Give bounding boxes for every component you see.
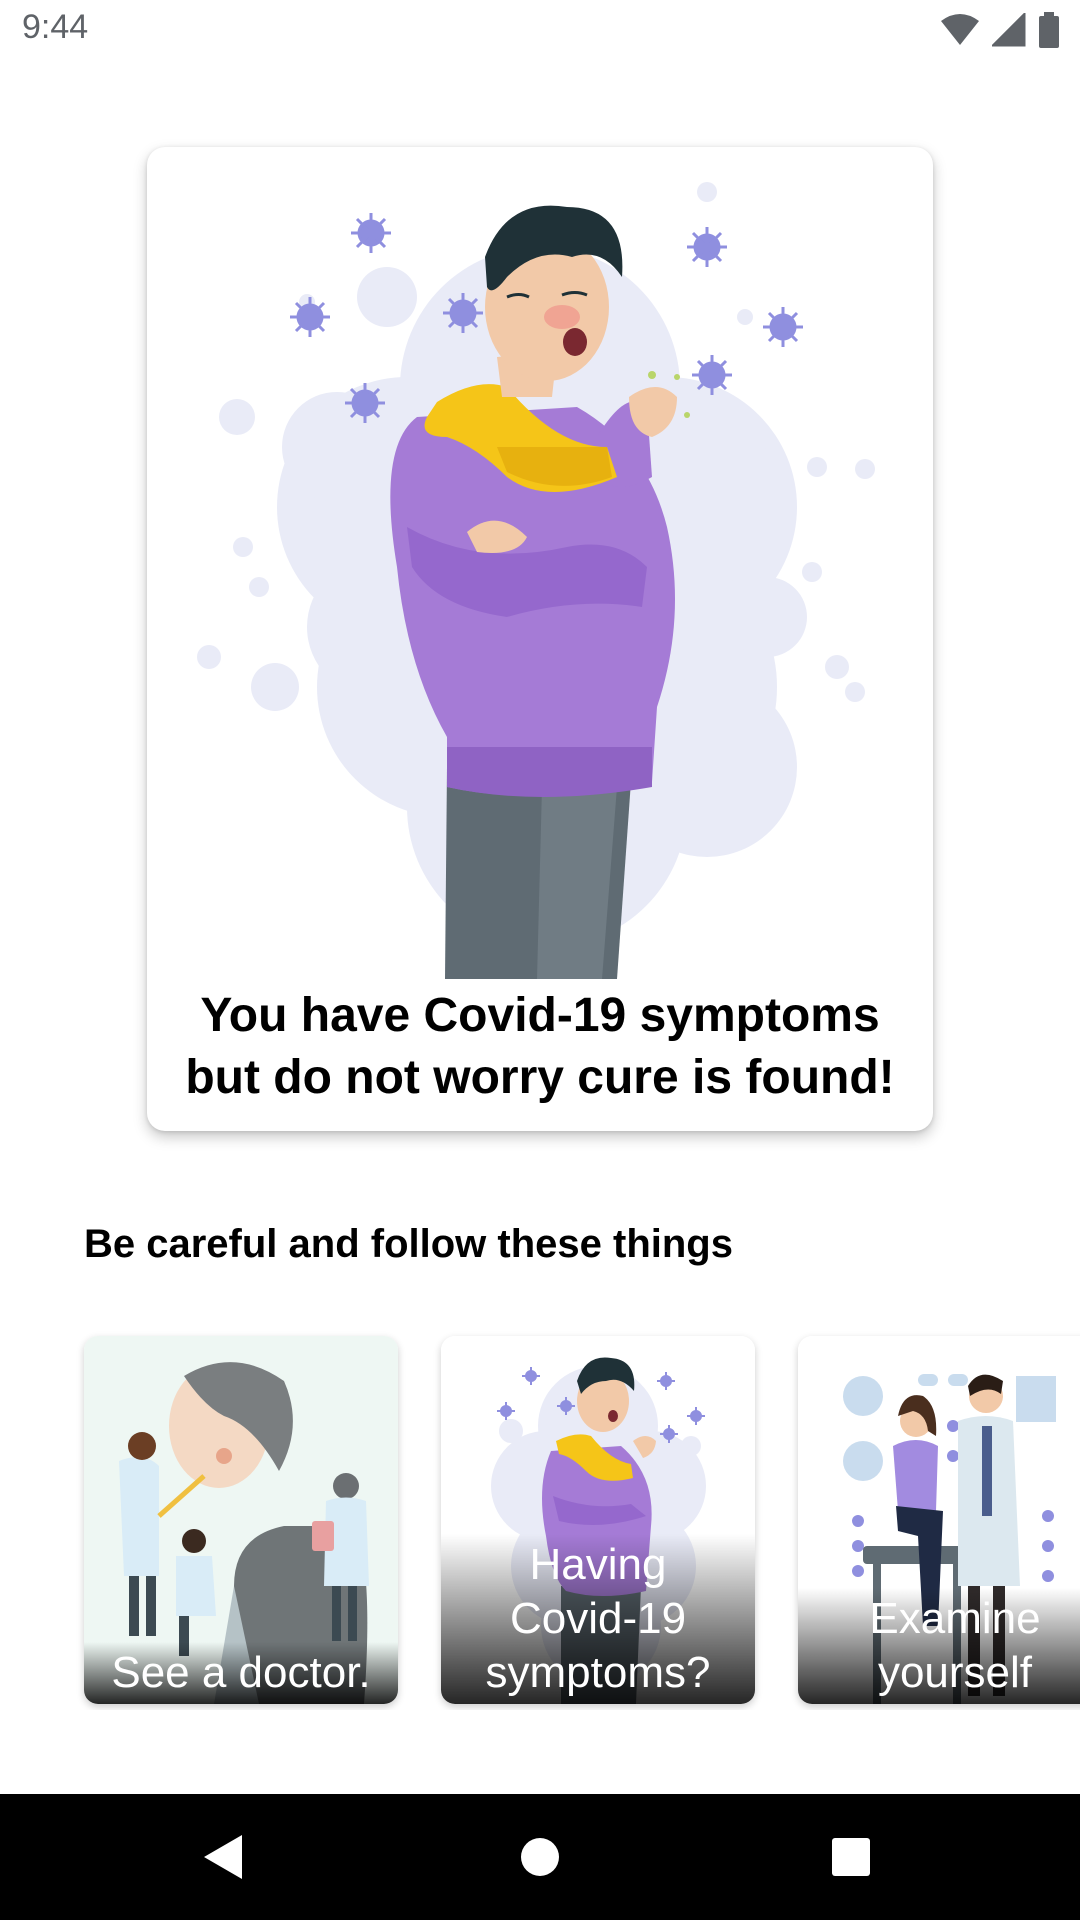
tip-card-see-doctor[interactable]: See a doctor. (84, 1336, 398, 1704)
status-bar: 9:44 (0, 0, 1080, 63)
section-title: Be careful and follow these things (84, 1222, 733, 1266)
wifi-icon (941, 14, 979, 45)
tip-label: Having Covid-19 symptoms? (485, 1540, 711, 1697)
sick-man-coughing-illustration (197, 182, 875, 979)
navigation-bar (0, 1794, 1080, 1920)
tips-carousel[interactable]: See a doctor. Having Covid-19 symptoms? … (0, 1330, 1080, 1710)
signal-icon (992, 13, 1026, 47)
back-button[interactable] (164, 1794, 284, 1920)
home-button[interactable] (480, 1794, 600, 1920)
battery-icon (1039, 12, 1059, 48)
tip-card-having-symptoms[interactable]: Having Covid-19 symptoms? (441, 1336, 755, 1704)
status-icons (940, 12, 1060, 48)
recents-button[interactable] (791, 1794, 911, 1920)
home-icon (521, 1838, 559, 1876)
back-icon (204, 1835, 242, 1879)
hero-caption: You have Covid-19 symptoms but do not wo… (185, 989, 895, 1104)
tip-label: Examine yourself (869, 1594, 1041, 1697)
tip-card-examine-yourself[interactable]: Examine yourself (798, 1336, 1080, 1704)
tip-label: See a doctor. (111, 1648, 371, 1697)
hero-card[interactable]: You have Covid-19 symptoms but do not wo… (147, 147, 933, 1131)
status-time: 9:44 (22, 8, 89, 46)
recents-icon (832, 1838, 870, 1876)
